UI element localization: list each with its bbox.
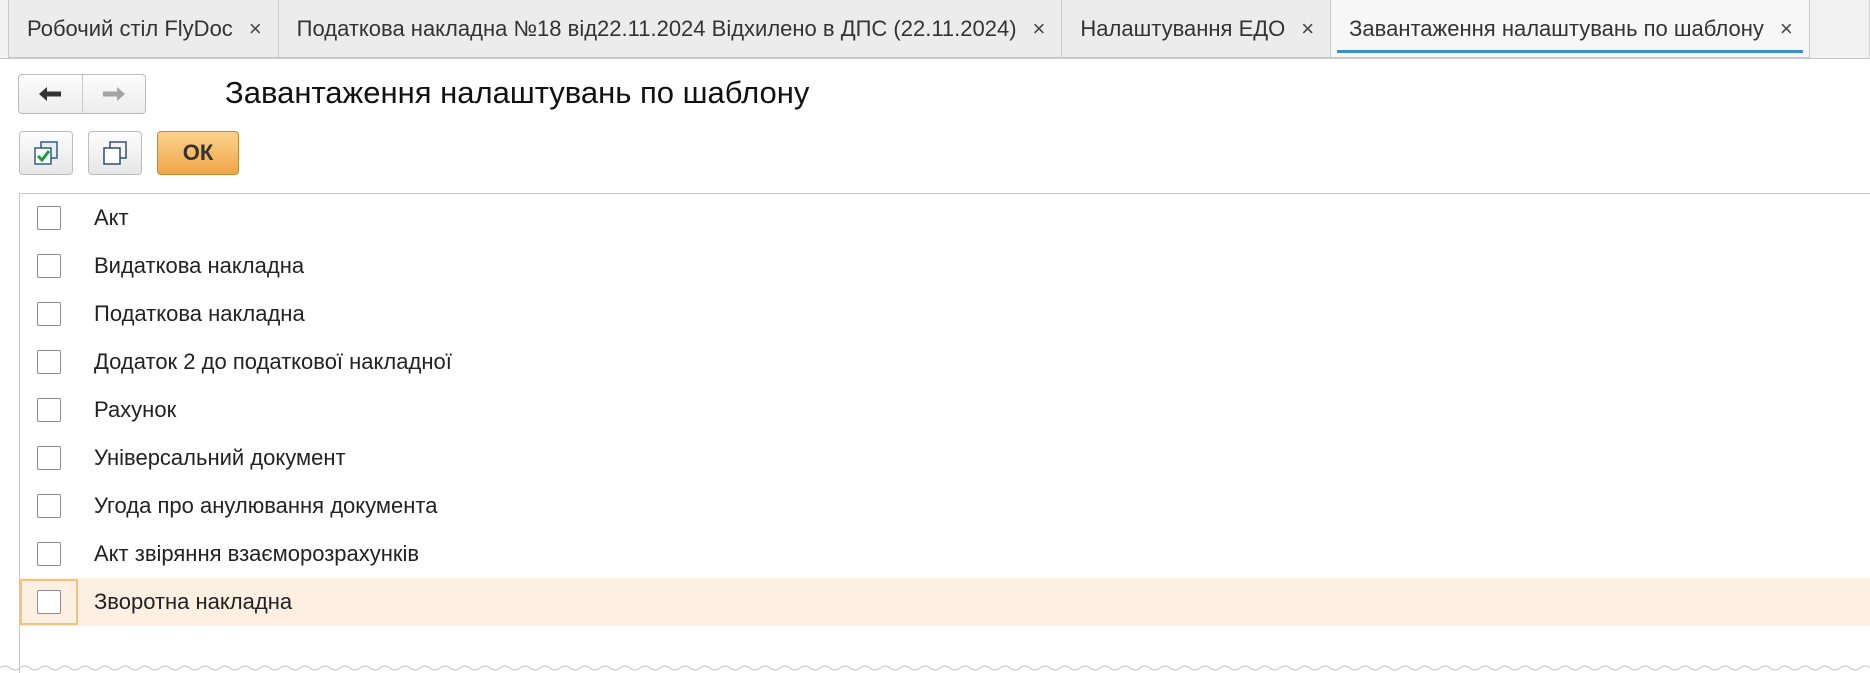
checkbox-cell[interactable] bbox=[20, 483, 78, 529]
list-item-label: Акт bbox=[94, 205, 129, 230]
checkbox-cell[interactable] bbox=[20, 291, 78, 337]
window: Робочий стіл FlyDoc × Податкова накладна… bbox=[0, 0, 1870, 673]
document-types-list: Акт Видаткова накладна Податкова накладн… bbox=[19, 193, 1870, 673]
list-item[interactable]: Видаткова накладна bbox=[20, 242, 1870, 290]
checkbox[interactable] bbox=[37, 254, 61, 278]
list-item-label: Податкова накладна bbox=[94, 301, 305, 326]
tab-label: Робочий стіл FlyDoc bbox=[27, 15, 233, 41]
checkbox-cell[interactable] bbox=[20, 195, 78, 241]
close-icon[interactable]: × bbox=[1301, 16, 1314, 42]
tab-flydoc-desktop[interactable]: Робочий стіл FlyDoc × bbox=[8, 0, 279, 58]
checkbox-cell[interactable] bbox=[20, 339, 78, 385]
list-item-label: Рахунок bbox=[94, 397, 177, 422]
tab-label: Завантаження налаштувань по шаблону bbox=[1349, 15, 1764, 41]
checkbox[interactable] bbox=[37, 206, 61, 230]
checkbox-cell[interactable] bbox=[20, 531, 78, 577]
list-item-label: Акт звіряння взаєморозрахунків bbox=[94, 541, 420, 566]
form-panel: Завантаження налаштувань по шаблону ОК А… bbox=[0, 58, 1870, 673]
arrow-left-icon bbox=[39, 87, 62, 101]
close-icon[interactable]: × bbox=[249, 16, 262, 42]
tab-edo-settings[interactable]: Налаштування ЕДО × bbox=[1061, 0, 1332, 58]
list-item[interactable]: Угода про анулювання документа bbox=[20, 482, 1870, 530]
navigation-buttons bbox=[18, 74, 146, 114]
list-item[interactable]: Акт bbox=[20, 194, 1870, 242]
arrow-right-icon bbox=[102, 87, 125, 101]
checkbox[interactable] bbox=[37, 350, 61, 374]
checkbox-cell[interactable] bbox=[20, 243, 78, 289]
checkbox-cell[interactable] bbox=[20, 579, 78, 625]
checkbox-cell[interactable] bbox=[20, 435, 78, 481]
checkbox[interactable] bbox=[37, 494, 61, 518]
close-icon[interactable]: × bbox=[1780, 16, 1793, 42]
list-item-selected[interactable]: Зворотна накладна bbox=[20, 578, 1870, 626]
page-title: Завантаження налаштувань по шаблону bbox=[225, 75, 810, 110]
checkbox[interactable] bbox=[37, 398, 61, 422]
tab-template-settings-load[interactable]: Завантаження налаштувань по шаблону × bbox=[1330, 0, 1810, 58]
tab-label: Налаштування ЕДО bbox=[1080, 15, 1286, 41]
forward-button[interactable] bbox=[83, 75, 146, 113]
list-item-label: Універсальний документ bbox=[94, 445, 346, 470]
checkbox[interactable] bbox=[37, 302, 61, 326]
tab-tax-invoice[interactable]: Податкова накладна №18 від22.11.2024 Від… bbox=[277, 0, 1063, 58]
check-all-icon bbox=[34, 141, 58, 165]
list-item[interactable]: Акт звіряння взаєморозрахунків bbox=[20, 530, 1870, 578]
list-item[interactable]: Універсальний документ bbox=[20, 434, 1870, 482]
uncheck-all-button[interactable] bbox=[88, 131, 142, 175]
torn-edge-divider bbox=[0, 665, 1870, 671]
uncheck-all-icon bbox=[103, 141, 127, 165]
tab-bar: Робочий стіл FlyDoc × Податкова накладна… bbox=[8, 0, 1810, 58]
tab-label: Податкова накладна №18 від22.11.2024 Від… bbox=[296, 15, 1017, 41]
list-item[interactable]: Додаток 2 до податкової накладної bbox=[20, 338, 1870, 386]
list-item[interactable]: Податкова накладна bbox=[20, 290, 1870, 338]
ok-button[interactable]: ОК bbox=[157, 131, 239, 175]
checkbox[interactable] bbox=[37, 542, 61, 566]
close-icon[interactable]: × bbox=[1033, 16, 1046, 42]
check-all-button[interactable] bbox=[19, 131, 73, 175]
list-item-label: Зворотна накладна bbox=[94, 589, 293, 614]
list-item-label: Видаткова накладна bbox=[94, 253, 305, 278]
list-item[interactable]: Рахунок bbox=[20, 386, 1870, 434]
back-button[interactable] bbox=[19, 75, 83, 113]
list-item-label: Додаток 2 до податкової накладної bbox=[94, 349, 452, 374]
checkbox[interactable] bbox=[37, 446, 61, 470]
list-item-label: Угода про анулювання документа bbox=[94, 493, 438, 518]
checkbox[interactable] bbox=[37, 590, 61, 614]
checkbox-cell[interactable] bbox=[20, 387, 78, 433]
